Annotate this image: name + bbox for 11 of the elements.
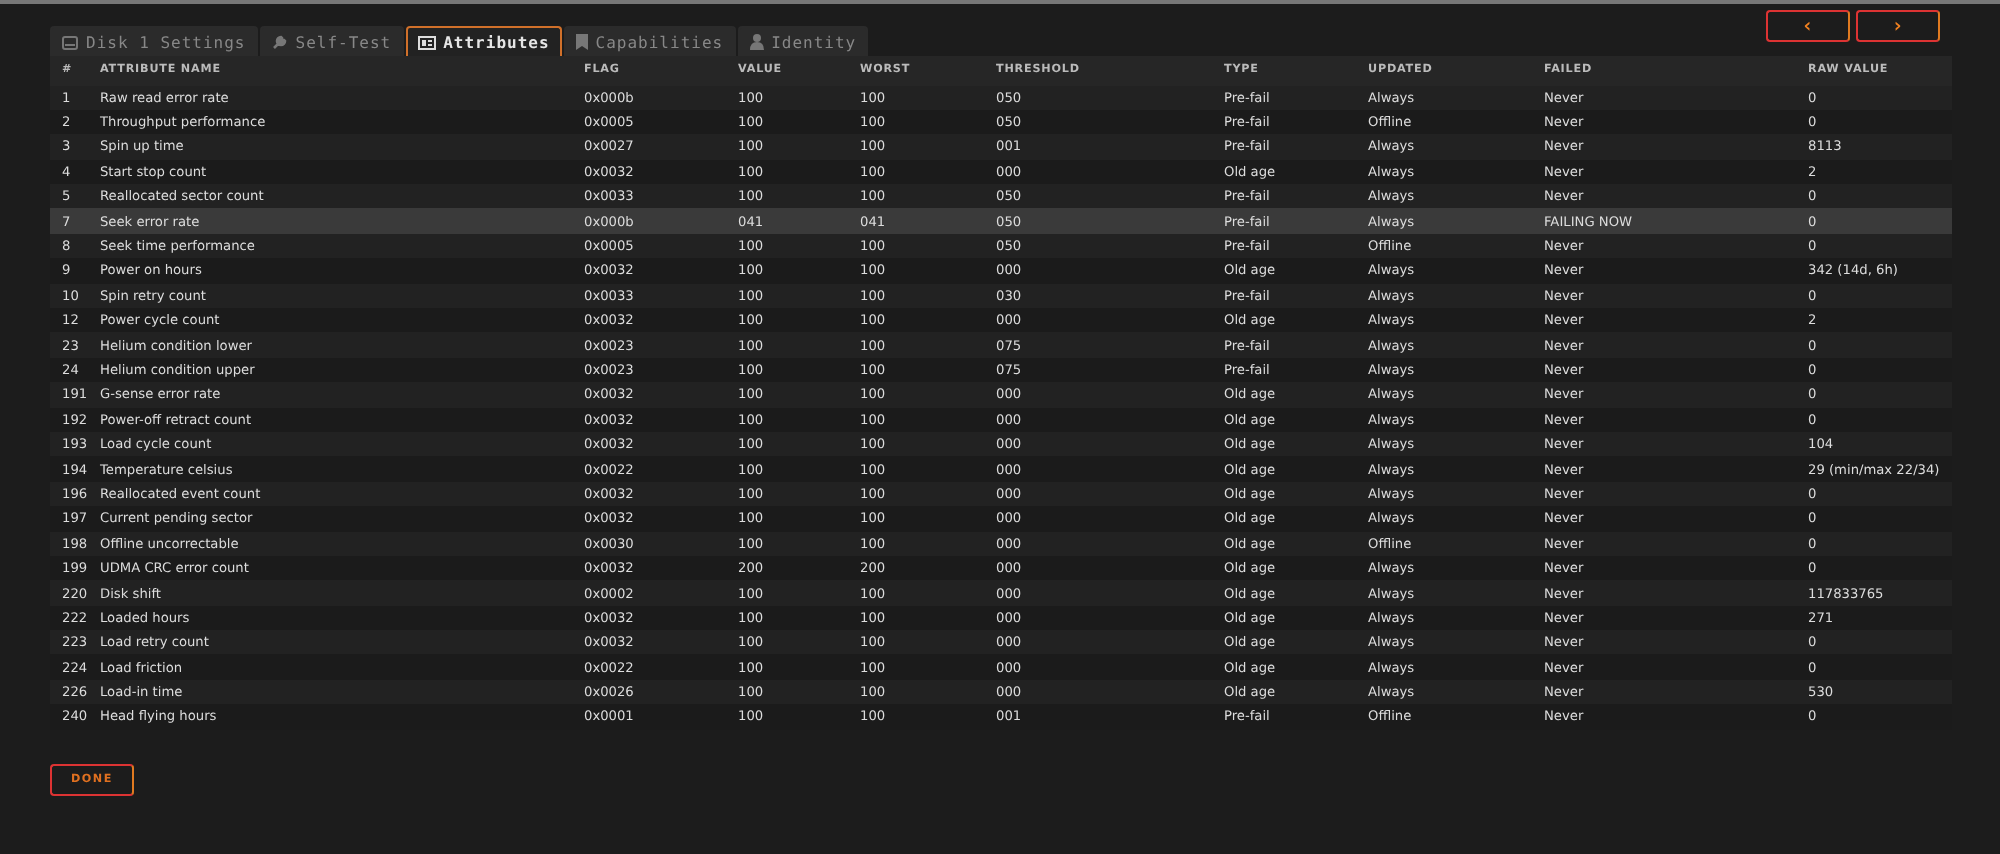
tab[interactable]: Self-Test bbox=[259, 26, 404, 56]
hard-drive-icon bbox=[62, 35, 78, 49]
table-icon bbox=[417, 35, 436, 49]
bookmark-icon bbox=[575, 34, 588, 50]
tab[interactable]: Disk 1 Settings bbox=[50, 26, 258, 56]
tab[interactable]: Attributes bbox=[405, 26, 562, 56]
tab[interactable]: Capabilities bbox=[563, 26, 736, 56]
next-button[interactable]: › bbox=[1856, 10, 1940, 42]
person-icon bbox=[749, 34, 764, 50]
previous-button[interactable]: ‹ bbox=[1766, 10, 1850, 42]
tab[interactable]: Identity bbox=[737, 26, 869, 56]
